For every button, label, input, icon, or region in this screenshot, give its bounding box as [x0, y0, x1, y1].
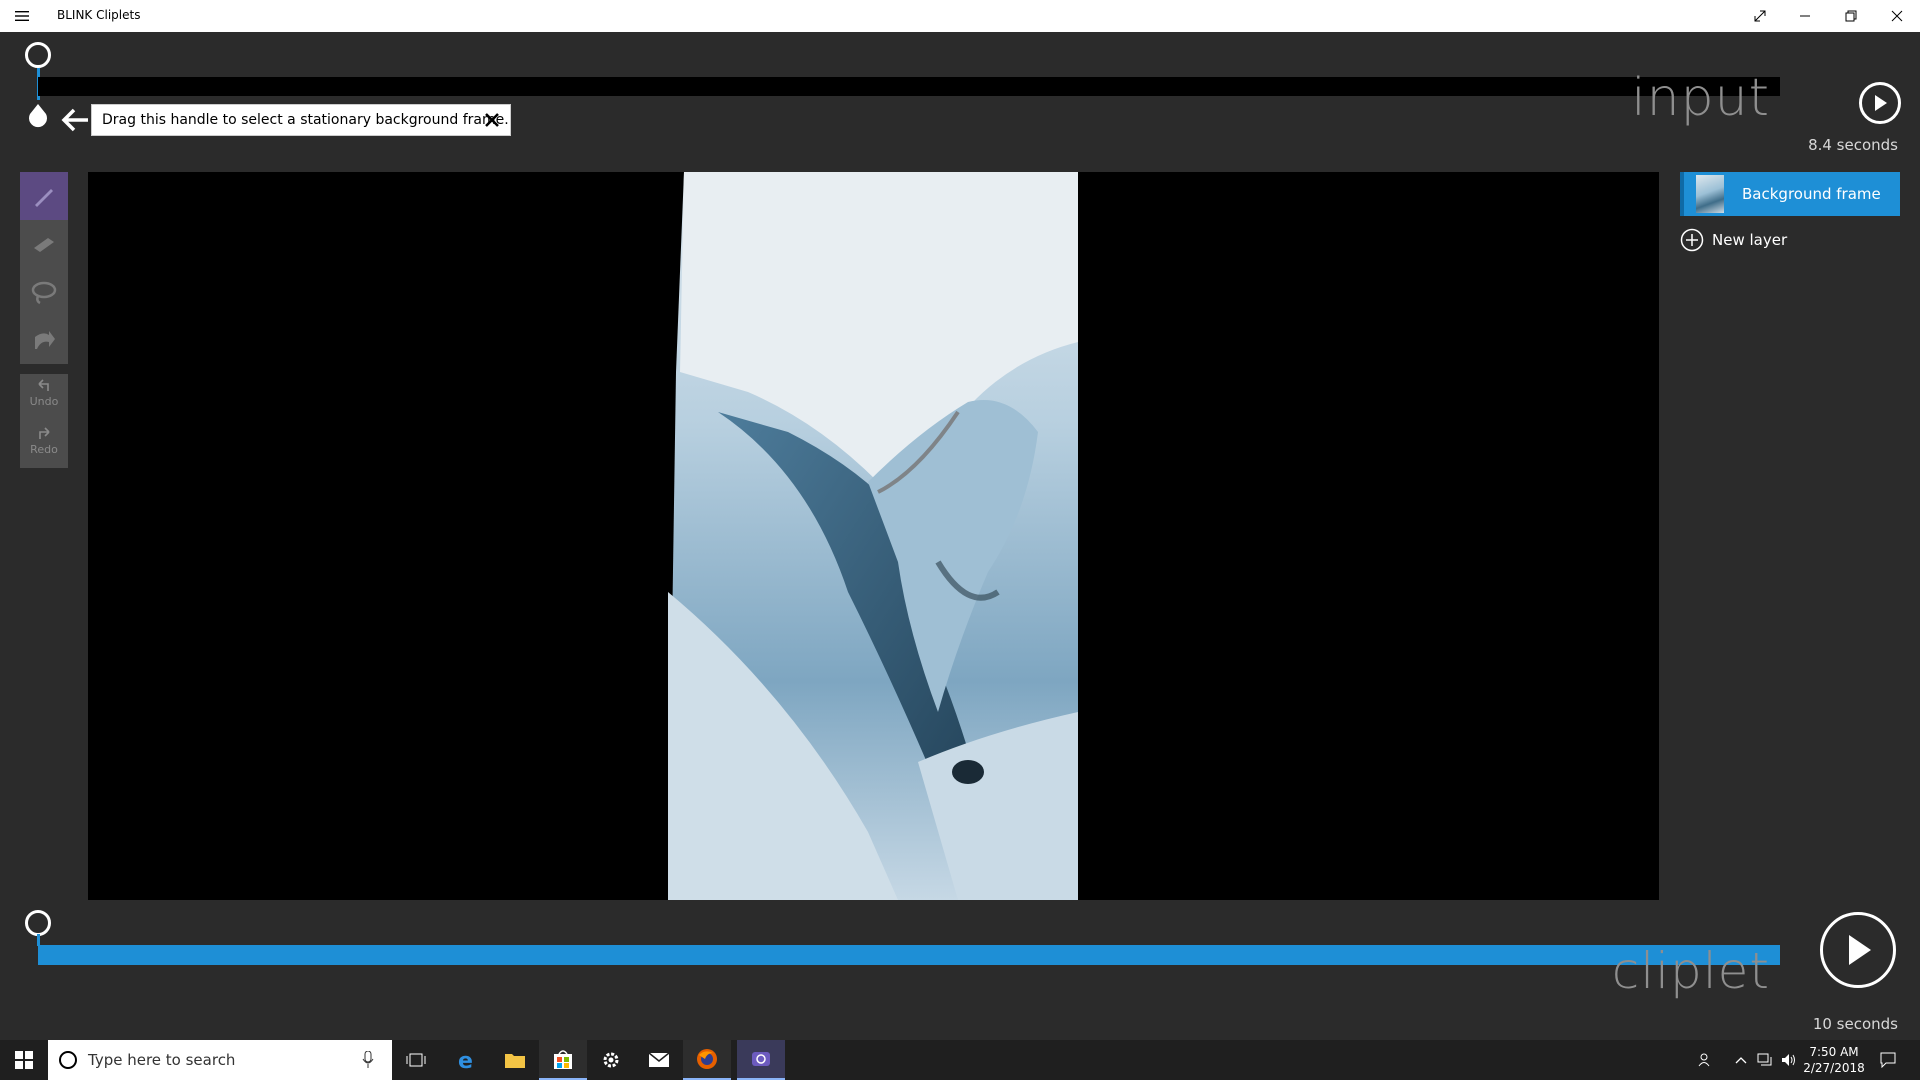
taskbar: Type here to search e 7:50 AM 2/27/2018 [0, 1040, 1920, 1080]
store-icon[interactable] [539, 1040, 587, 1080]
search-placeholder: Type here to search [88, 1051, 236, 1069]
settings-gear-icon[interactable] [587, 1040, 635, 1080]
redo-label: Redo [30, 443, 58, 456]
cliplet-duration: 10 seconds [1812, 1015, 1898, 1033]
layer-label: Background frame [1742, 185, 1881, 203]
tool-panel [20, 172, 68, 364]
cortana-circle-icon [58, 1050, 78, 1074]
blink-cliplets-app-icon[interactable] [737, 1040, 785, 1080]
tooltip-text: Drag this handle to select a stationary … [102, 112, 509, 128]
undo-label: Undo [29, 395, 59, 408]
action-center-icon[interactable] [1872, 1040, 1904, 1080]
background-frame-tooltip: Drag this handle to select a stationary … [91, 104, 511, 136]
mail-icon[interactable] [635, 1040, 683, 1080]
eraser-tool-icon[interactable] [20, 220, 68, 268]
layer-thumbnail [1696, 175, 1724, 213]
hamburger-menu-icon[interactable] [10, 6, 34, 26]
taskbar-clock[interactable]: 7:50 AM 2/27/2018 [1802, 1044, 1866, 1076]
edge-browser-icon[interactable]: e [443, 1040, 491, 1080]
clock-time: 7:50 AM [1809, 1045, 1859, 1059]
fullscreen-icon[interactable] [1737, 0, 1783, 32]
minimize-icon[interactable] [1782, 0, 1828, 32]
svg-text:e: e [458, 1049, 473, 1072]
windows-start-icon[interactable] [0, 1040, 48, 1080]
restore-icon[interactable] [1828, 0, 1874, 32]
play-icon [1875, 95, 1887, 111]
volume-icon[interactable] [1778, 1040, 1800, 1080]
undo-button[interactable]: Undo [20, 378, 68, 424]
input-duration: 8.4 seconds [1808, 136, 1898, 154]
glacier-video-frame[interactable] [668, 172, 1078, 900]
people-icon[interactable] [1692, 1040, 1720, 1080]
undo-redo-panel: Undo Redo [20, 374, 68, 468]
layer-selection-stripe [1680, 172, 1684, 216]
fill-tool-icon[interactable] [20, 316, 68, 364]
undo-icon [38, 379, 49, 391]
cliplet-start-handle[interactable] [25, 910, 51, 936]
cliplet-play-button[interactable] [1820, 912, 1896, 988]
input-start-handle[interactable] [25, 42, 51, 68]
tooltip-close-icon[interactable] [480, 108, 504, 132]
file-explorer-icon[interactable] [491, 1040, 539, 1080]
clock-date: 2/27/2018 [1803, 1061, 1865, 1075]
cliplet-label: cliplet [1611, 942, 1770, 1000]
add-circle-icon [1680, 228, 1704, 252]
input-label: input [1631, 68, 1770, 128]
background-frame-handle[interactable] [28, 104, 48, 128]
app-title: BLINK Cliplets [57, 8, 141, 22]
network-icon[interactable] [1754, 1040, 1776, 1080]
new-layer-button[interactable]: New layer [1680, 226, 1787, 254]
pen-tool-icon[interactable] [20, 172, 68, 220]
microphone-icon[interactable] [362, 1050, 374, 1073]
close-icon[interactable] [1874, 0, 1920, 32]
redo-icon [39, 427, 50, 439]
lasso-tool-icon[interactable] [20, 268, 68, 316]
layer-item-background-frame[interactable]: Background frame [1680, 172, 1900, 216]
task-view-icon[interactable] [392, 1040, 440, 1080]
arrow-left-icon [60, 106, 90, 134]
play-icon [1849, 935, 1871, 965]
redo-button[interactable]: Redo [20, 426, 68, 472]
taskbar-search-box[interactable]: Type here to search [48, 1040, 392, 1080]
input-timeline-bar[interactable] [38, 77, 1780, 96]
title-bar: BLINK Cliplets [0, 0, 1920, 32]
input-play-button[interactable] [1859, 82, 1901, 124]
cliplet-timeline-bar[interactable] [38, 945, 1780, 965]
new-layer-label: New layer [1712, 231, 1788, 249]
firefox-icon[interactable] [683, 1040, 731, 1080]
chevron-up-icon[interactable] [1730, 1040, 1752, 1080]
